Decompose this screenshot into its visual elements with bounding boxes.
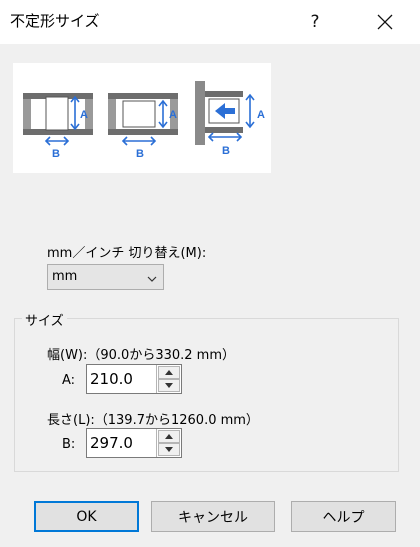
length-label: 長さ(L):（139.7から1260.0 mm） bbox=[47, 413, 259, 428]
width-input[interactable]: 210.0 bbox=[90, 370, 133, 388]
size-group-title: サイズ bbox=[22, 310, 67, 329]
width-increment-button[interactable] bbox=[158, 366, 180, 379]
length-input[interactable]: 297.0 bbox=[90, 434, 133, 452]
label-b-3: B bbox=[222, 145, 230, 157]
width-decrement-button[interactable] bbox=[158, 379, 180, 392]
chevron-down-icon bbox=[147, 272, 157, 287]
length-decrement-button[interactable] bbox=[158, 443, 180, 456]
units-label: mm／インチ 切り替え(M): bbox=[47, 246, 207, 261]
length-spinbox[interactable]: 297.0 bbox=[86, 428, 182, 458]
title-bar: 不定形サイズ ? bbox=[0, 0, 420, 44]
help-button[interactable]: ヘルプ bbox=[291, 501, 396, 532]
width-label: 幅(W):（90.0から330.2 mm） bbox=[47, 348, 235, 363]
cancel-button[interactable]: キャンセル bbox=[151, 501, 275, 532]
paper-orientation-illustration: A B A B A B bbox=[13, 63, 271, 173]
landscape-feed-icon bbox=[108, 93, 178, 146]
manual-feed-icon bbox=[195, 81, 255, 145]
label-a-3: A bbox=[257, 109, 265, 121]
window-title: 不定形サイズ bbox=[10, 12, 100, 30]
label-a-1: A bbox=[80, 109, 88, 121]
length-increment-button[interactable] bbox=[158, 430, 180, 443]
close-icon[interactable] bbox=[362, 0, 408, 44]
ok-button[interactable]: OK bbox=[34, 501, 139, 532]
label-a-2: A bbox=[169, 109, 177, 121]
width-spinbox[interactable]: 210.0 bbox=[86, 364, 182, 394]
units-select[interactable]: mm bbox=[47, 264, 164, 290]
width-field-label: A: bbox=[62, 373, 76, 388]
label-b-2: B bbox=[136, 148, 144, 160]
units-selected-value: mm bbox=[52, 269, 78, 284]
length-field-label: B: bbox=[62, 437, 76, 452]
label-b-1: B bbox=[52, 148, 60, 160]
help-icon[interactable]: ? bbox=[292, 0, 338, 44]
